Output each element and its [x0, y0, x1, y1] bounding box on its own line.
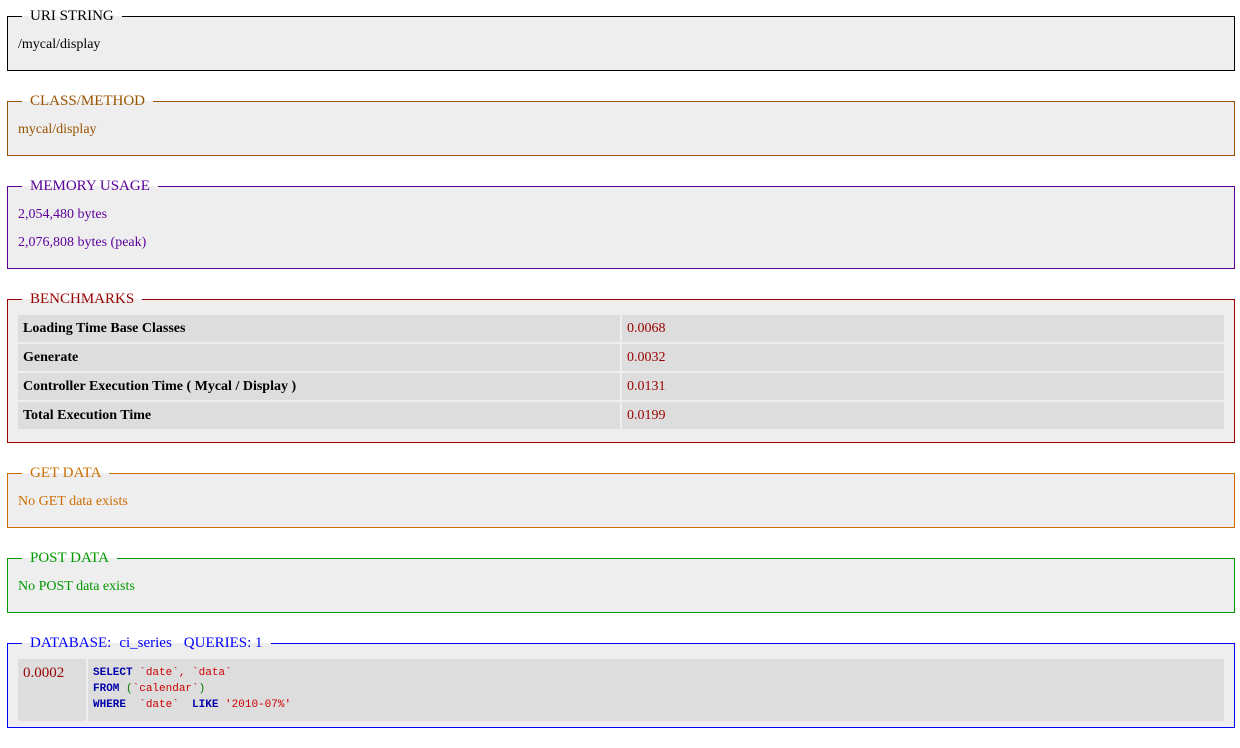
sql-where-column: `date`	[139, 699, 179, 711]
benchmarks-panel: BENCHMARKS Loading Time Base Classes 0.0…	[7, 290, 1235, 443]
class-method-value: mycal/display	[18, 122, 97, 137]
sql-table: `calendar`	[132, 683, 199, 695]
sql-keyword: WHERE	[93, 699, 127, 711]
benchmark-row: Controller Execution Time ( Mycal / Disp…	[18, 372, 1224, 402]
class-method-legend: CLASS/METHOD	[30, 93, 146, 109]
benchmark-row: Total Execution Time 0.0199	[18, 401, 1224, 431]
queries-table: 0.0002 SELECT `date`, `data` FROM (`cale…	[18, 659, 1224, 721]
benchmarks-table: Loading Time Base Classes 0.0068 Generat…	[18, 315, 1224, 431]
get-data-legend: GET DATA	[30, 465, 102, 481]
sql-keyword: LIKE	[192, 699, 219, 711]
sql-columns: `date`, `data`	[139, 667, 232, 679]
benchmark-row: Generate 0.0032	[18, 343, 1224, 373]
benchmark-label: Total Execution Time	[18, 401, 622, 431]
uri-string-value: /mycal/display	[18, 37, 101, 52]
sql-line-from: FROM (`calendar`)	[93, 681, 1219, 697]
sql-paren-open: (	[126, 683, 133, 695]
database-legend: DATABASE: ci_series QUERIES: 1	[22, 634, 271, 652]
benchmark-value: 0.0131	[621, 372, 1224, 402]
benchmark-value: 0.0032	[621, 343, 1224, 373]
sql-keyword: FROM	[93, 683, 120, 695]
benchmark-label: Generate	[18, 343, 622, 373]
benchmark-row: Loading Time Base Classes 0.0068	[18, 315, 1224, 344]
sql-paren-close: )	[198, 683, 206, 695]
post-data-panel: POST DATA No POST data exists	[7, 549, 1235, 613]
post-data-message: No POST data exists	[18, 579, 135, 594]
benchmark-value: 0.0068	[621, 315, 1224, 344]
memory-usage-panel: MEMORY USAGE 2,054,480 bytes 2,076,808 b…	[7, 177, 1235, 269]
get-data-message: No GET data exists	[18, 494, 128, 509]
benchmark-label: Loading Time Base Classes	[18, 315, 622, 344]
uri-string-panel: URI STRING /mycal/display	[7, 7, 1235, 71]
sql-keyword: SELECT	[93, 667, 133, 679]
sql-line-where: WHERE `date` LIKE '2010-07%'	[93, 697, 1219, 713]
memory-usage-value: 2,054,480 bytes	[18, 207, 108, 222]
database-label: DATABASE:	[30, 635, 112, 651]
sql-line-select: SELECT `date`, `data`	[93, 665, 1219, 681]
query-sql: SELECT `date`, `data` FROM (`calendar`) …	[87, 659, 1224, 721]
benchmarks-legend: BENCHMARKS	[30, 291, 135, 307]
database-panel: DATABASE: ci_series QUERIES: 1 0.0002 SELE…	[7, 634, 1235, 728]
database-name: ci_series	[119, 635, 172, 651]
query-time: 0.0002	[18, 659, 88, 721]
benchmark-value: 0.0199	[621, 401, 1224, 431]
benchmark-label: Controller Execution Time ( Mycal / Disp…	[18, 372, 622, 402]
memory-peak-value: 2,076,808 bytes (peak)	[18, 235, 147, 250]
database-queries-count: QUERIES: 1	[183, 635, 263, 651]
post-data-legend: POST DATA	[30, 550, 109, 566]
sql-where-value: '2010-07%'	[225, 699, 292, 711]
class-method-panel: CLASS/METHOD mycal/display	[7, 92, 1235, 156]
memory-usage-legend: MEMORY USAGE	[30, 178, 150, 194]
get-data-panel: GET DATA No GET data exists	[7, 464, 1235, 528]
query-row: 0.0002 SELECT `date`, `data` FROM (`cale…	[18, 659, 1224, 721]
uri-string-legend: URI STRING	[30, 8, 114, 24]
